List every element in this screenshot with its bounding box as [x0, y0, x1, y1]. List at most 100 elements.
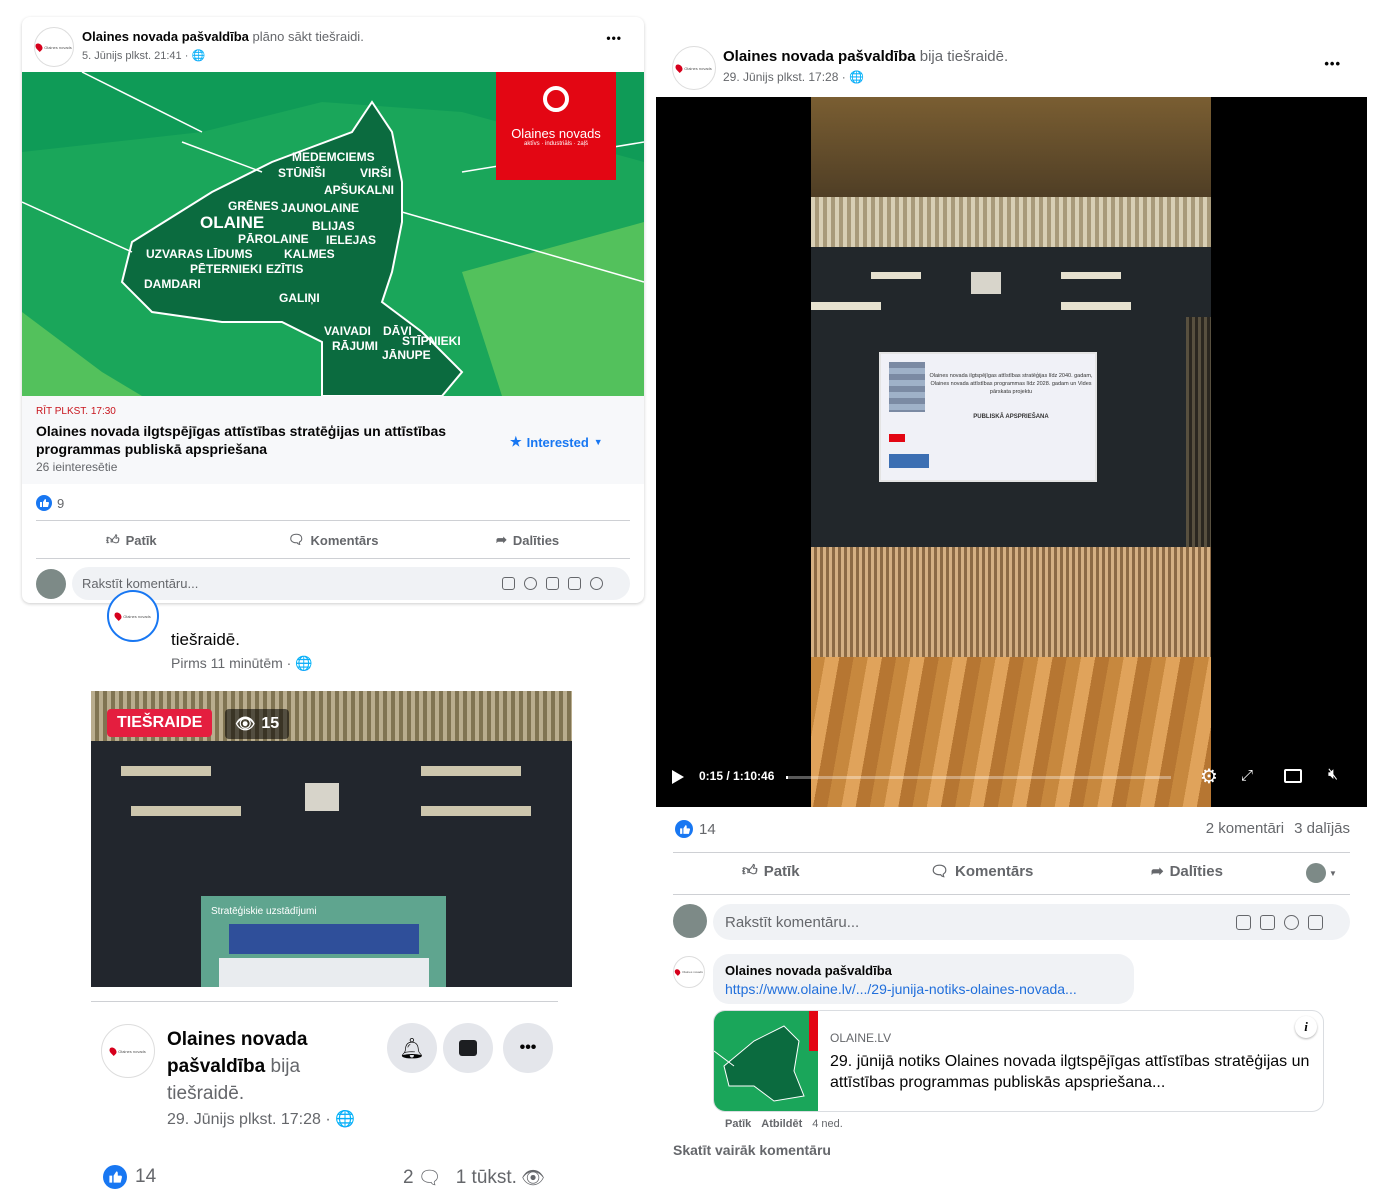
map-label: VIRŠI — [360, 166, 392, 180]
commenter-avatar[interactable]: Olaines novads — [673, 956, 705, 988]
globe-icon: 🌐 — [295, 655, 313, 671]
settings-gear-icon[interactable]: ⚙ — [1200, 764, 1218, 789]
post-date[interactable]: 29. Jūnijs plkst. 17:28 · — [167, 1111, 331, 1128]
link-preview-image — [714, 1011, 818, 1111]
post-date[interactable]: 5. Jūnijs plkst. 21:41 · — [82, 50, 188, 62]
eye-icon: 👁︎ — [520, 1168, 546, 1189]
link-preview-card[interactable]: OLAINE.LV 29. jūnijā notiks Olaines nova… — [713, 1010, 1324, 1112]
page-avatar[interactable]: Olaines novads — [101, 1024, 155, 1078]
post-author[interactable]: Olaines novada pašvaldība — [723, 48, 916, 65]
projection-screen: Olaines novada ilgtspējīgas attīstības s… — [879, 352, 1097, 482]
sticker-icon[interactable] — [1260, 915, 1275, 930]
mute-icon[interactable]: 🔇︎ — [1328, 766, 1338, 784]
avatar-sticker-icon[interactable] — [590, 577, 603, 590]
divider — [36, 520, 630, 521]
event-title[interactable]: Olaines novada ilgtspējīgas attīstības s… — [36, 422, 486, 458]
map-label: RĀJUMI — [332, 339, 379, 353]
user-avatar[interactable] — [36, 569, 66, 599]
notification-bell-button[interactable]: 🔔︎ — [387, 1023, 437, 1073]
comment-age[interactable]: 4 ned. — [812, 1118, 843, 1130]
like-button[interactable]: 👍︎ Patīk — [742, 862, 800, 880]
map-label: APŠUKALNI — [324, 183, 395, 197]
header-action-text: tiešraidē. — [171, 630, 240, 649]
comment-author[interactable]: Olaines novada pašvaldība — [725, 963, 892, 978]
more-options-button[interactable]: ••• — [503, 1023, 553, 1073]
comment-reply-link[interactable]: Atbildēt — [761, 1118, 802, 1130]
share-label: Dalīties — [512, 532, 560, 548]
share-label: Dalīties — [1169, 862, 1223, 880]
reaction-count[interactable]: 9 — [57, 496, 64, 511]
save-button[interactable] — [443, 1023, 493, 1073]
post-author[interactable]: Olaines novada pašvaldība — [82, 29, 249, 44]
like-reaction-icon[interactable] — [675, 820, 693, 838]
comment-bubble: Olaines novada pašvaldība https://www.ol… — [713, 954, 1134, 1004]
gif-icon[interactable] — [1308, 915, 1323, 930]
map-label: VAIVADI — [324, 324, 371, 338]
comment-count[interactable]: 2 — [403, 1167, 414, 1189]
reaction-count[interactable]: 14 — [699, 821, 716, 838]
comment-button[interactable]: 🗨︎ Komentārs — [288, 532, 378, 548]
page-avatar[interactable]: Olaines novads — [672, 46, 716, 90]
shares-count[interactable]: 3 dalījās — [1294, 820, 1350, 837]
globe-icon: 🌐 — [335, 1111, 356, 1128]
more-options-icon[interactable]: ••• — [606, 31, 622, 45]
interested-button[interactable]: ★ Interested ▼ — [510, 428, 606, 456]
slide-title: Olaines novada ilgtspējīgas attīstības s… — [929, 373, 1093, 395]
star-icon: ★ — [510, 434, 522, 449]
comment-button[interactable]: 🗨︎ Komentārs — [930, 862, 1033, 881]
gif-icon[interactable] — [568, 577, 581, 590]
map-label: STŪNĪŠI — [278, 166, 326, 180]
video-player[interactable]: Olaines novada ilgtspējīgas attīstības s… — [656, 97, 1367, 807]
fullscreen-icon[interactable]: ⤢ — [1241, 767, 1253, 784]
like-reaction-icon[interactable] — [36, 495, 52, 511]
bell-icon: 🔔︎ — [399, 1037, 425, 1060]
slide-title: Stratēģiskie uzstādījumi — [211, 906, 317, 917]
map-label: DAMDARI — [144, 277, 201, 291]
info-icon[interactable]: i — [1295, 1016, 1317, 1038]
location-pin-icon — [674, 63, 685, 73]
like-label: Patīk — [125, 532, 157, 548]
thumbs-up-icon: 👍︎ — [106, 532, 120, 547]
user-avatar[interactable] — [673, 904, 707, 938]
more-options-icon[interactable]: ••• — [1324, 56, 1341, 71]
brand-logo-box: Olaines novads aktīvs · industriāls · za… — [496, 72, 616, 180]
share-button[interactable]: ➦ Dalīties — [1151, 862, 1223, 881]
comment-link[interactable]: https://www.olaine.lv/.../29-junija-noti… — [725, 981, 1077, 997]
post-action-text: bija tiešraidē. — [919, 48, 1009, 65]
comments-count[interactable]: 2 komentāri — [1206, 820, 1284, 837]
link-preview-domain: OLAINE.LV — [830, 1031, 892, 1045]
page-avatar[interactable]: Olaines novads — [34, 27, 74, 67]
map-label: MEDEMCIEMS — [292, 150, 375, 164]
map-label: PĒTERNIEKI — [190, 262, 263, 276]
view-count[interactable]: 1 tūkst. — [456, 1167, 517, 1189]
live-video-post-card: Olaines novads Olaines novada pašvaldība… — [656, 34, 1367, 1167]
share-arrow-icon: ➦ — [496, 532, 507, 547]
user-avatar — [1306, 863, 1326, 883]
event-cover-map[interactable]: Olaines novads aktīvs · industriāls · za… — [22, 72, 644, 396]
share-button[interactable]: ➦ Dalīties — [496, 532, 559, 548]
emoji-icon[interactable] — [524, 577, 537, 590]
like-button[interactable]: 👍︎ Patīk — [106, 532, 157, 548]
emoji-icon[interactable] — [1284, 915, 1299, 930]
reaction-count[interactable]: 14 — [135, 1166, 156, 1188]
video-progress-bar[interactable] — [786, 776, 1171, 779]
divider — [91, 1001, 558, 1002]
map-label: EZĪTIS — [266, 262, 304, 276]
link-preview-title: 29. jūnijā notiks Olaines novada ilgtspē… — [830, 1053, 1310, 1091]
logo-pin-icon — [543, 86, 569, 112]
like-reaction-icon[interactable] — [103, 1165, 127, 1189]
view-more-comments[interactable]: Skatīt vairāk komentāru — [673, 1142, 831, 1158]
map-label: OLAINE — [200, 213, 265, 232]
camera-icon[interactable] — [546, 577, 559, 590]
live-video[interactable]: Stratēģiskie uzstādījumi TIEŠRAIDE 👁︎ 15 — [91, 691, 572, 987]
play-icon[interactable] — [672, 770, 684, 784]
post-date[interactable]: Pirms 11 minūtēm · — [171, 655, 291, 671]
comment-like-link[interactable]: Patīk — [725, 1118, 751, 1130]
reaction-selector[interactable]: ▼ — [1306, 863, 1337, 883]
page-avatar[interactable]: Olaines novads — [107, 590, 159, 642]
post-date[interactable]: 29. Jūnijs plkst. 17:28 · — [723, 70, 846, 84]
picture-in-picture-icon[interactable] — [1284, 769, 1302, 783]
sticker-icon[interactable] — [502, 577, 515, 590]
avatar-sticker-icon[interactable] — [1236, 915, 1251, 930]
logo-title: Olaines novads — [511, 126, 601, 141]
